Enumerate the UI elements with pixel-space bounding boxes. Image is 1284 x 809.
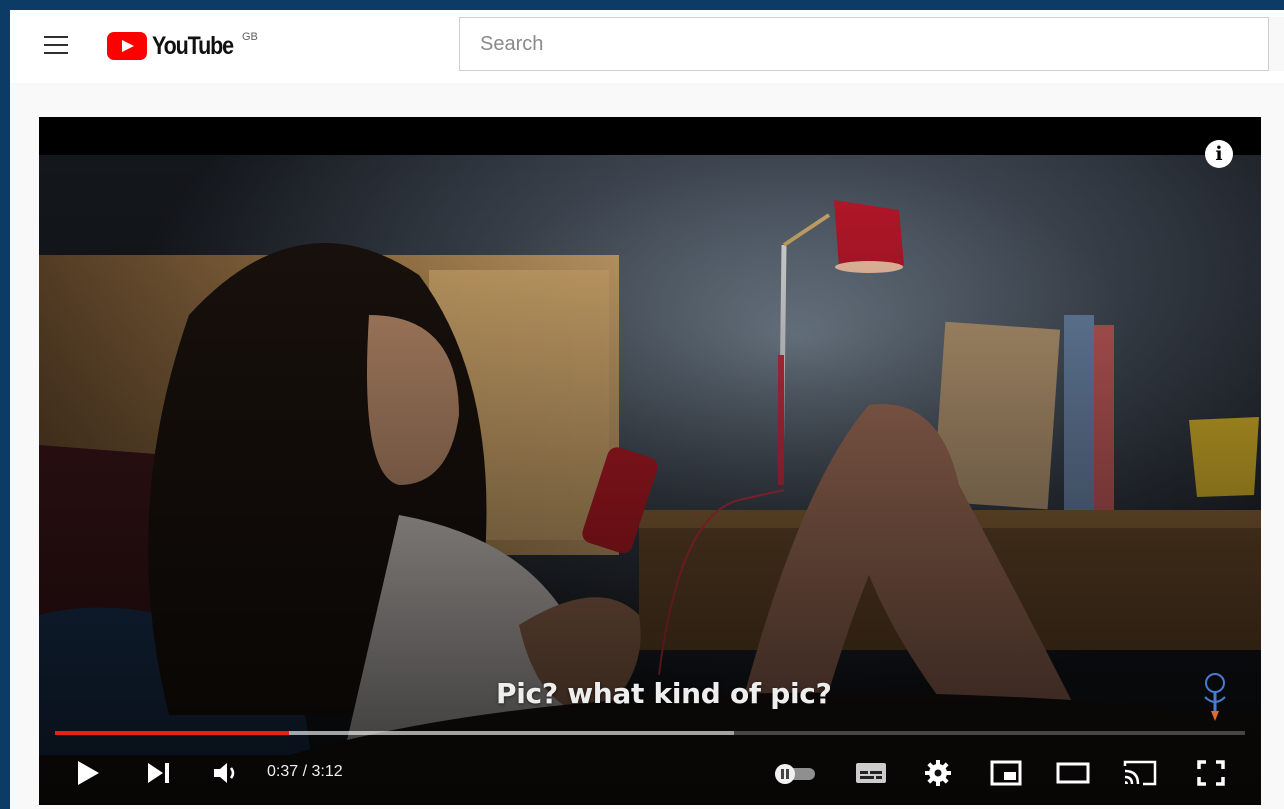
progress-played <box>55 731 290 735</box>
play-button[interactable] <box>65 747 111 799</box>
channel-watermark-icon[interactable] <box>1197 667 1233 725</box>
autoplay-toggle[interactable] <box>767 747 823 799</box>
miniplayer-button[interactable] <box>984 747 1028 799</box>
search-box <box>459 17 1284 71</box>
search-button[interactable] <box>1268 17 1284 71</box>
gear-icon <box>925 760 951 786</box>
subtitles-icon <box>856 763 886 783</box>
player-controls: 0:37 / 3:12 <box>39 747 1261 799</box>
miniplayer-icon <box>990 760 1022 786</box>
volume-icon <box>214 763 235 783</box>
theater-mode-button[interactable] <box>1051 747 1095 799</box>
fullscreen-button[interactable] <box>1189 747 1233 799</box>
progress-bar[interactable] <box>55 731 1245 735</box>
subtitle-caption: Pic? what kind of pic? <box>496 677 832 710</box>
youtube-play-logo-icon <box>107 32 147 60</box>
menu-icon[interactable] <box>44 36 68 56</box>
time-display: 0:37 / 3:12 <box>267 763 343 780</box>
country-code: GB <box>242 31 258 43</box>
logo-text: YouTube <box>152 31 234 60</box>
cast-button[interactable] <box>1118 747 1162 799</box>
autoplay-toggle-icon <box>775 764 815 784</box>
subtitles-button[interactable] <box>849 747 893 799</box>
youtube-logo[interactable]: YouTube GB <box>107 31 258 61</box>
browser-viewport: YouTube GB Search i Pic? what kind of pi… <box>10 10 1284 809</box>
play-icon <box>78 761 99 785</box>
info-icon[interactable]: i <box>1205 140 1233 168</box>
theater-mode-icon <box>1056 762 1090 784</box>
settings-button[interactable] <box>916 747 960 799</box>
masthead: YouTube GB <box>10 10 1284 83</box>
video-player[interactable]: i Pic? what kind of pic? 0:37 / 3:12 <box>39 117 1261 805</box>
volume-button[interactable] <box>205 747 249 799</box>
search-input[interactable] <box>478 18 1262 70</box>
cast-icon <box>1123 760 1157 786</box>
next-icon <box>148 763 169 783</box>
next-button[interactable] <box>137 747 181 799</box>
fullscreen-icon <box>1197 760 1225 786</box>
